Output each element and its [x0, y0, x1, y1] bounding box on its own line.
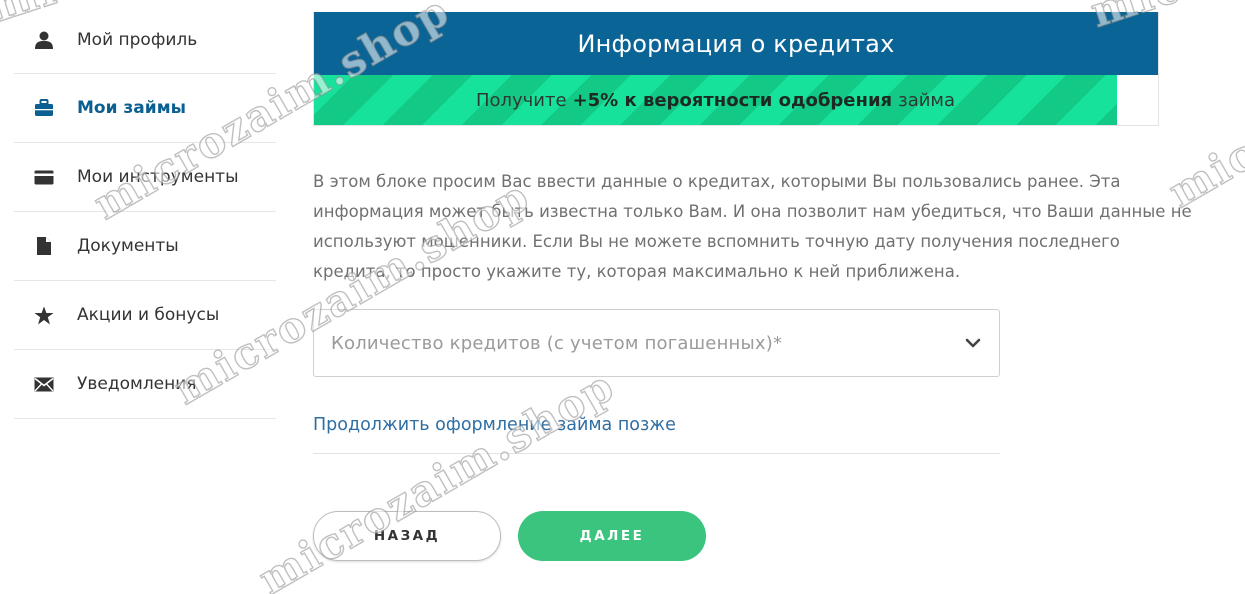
promo-text-after: займа: [898, 89, 956, 111]
card-icon: [12, 170, 76, 185]
user-icon: [12, 30, 76, 50]
credit-info-panel: Информация о кредитах Получите +5% к вер…: [313, 12, 1159, 126]
star-icon: [12, 306, 76, 325]
envelope-icon: [12, 377, 76, 392]
main-content: Информация о кредитах Получите +5% к вер…: [313, 12, 1200, 561]
divider: [313, 453, 1000, 454]
sidebar-item-label: Мой профиль: [77, 29, 198, 50]
button-row: НАЗАД ДАЛЕЕ: [313, 511, 1200, 561]
sidebar-item-label: Акции и бонусы: [77, 305, 220, 325]
sidebar-item-label: Уведомления: [77, 374, 197, 394]
promo-banner: Получите +5% к вероятности одобрения зай…: [314, 75, 1117, 125]
sidebar-item-notifications[interactable]: Уведомления: [14, 350, 276, 419]
sidebar-item-label: Документы: [77, 236, 179, 256]
sidebar-item-profile[interactable]: Мой профиль: [14, 6, 276, 74]
sidebar-item-label: Мои инструменты: [77, 167, 239, 187]
back-button[interactable]: НАЗАД: [313, 511, 501, 561]
promo-text-highlight: +5% к вероятности одобрения: [572, 89, 893, 111]
credits-count-select[interactable]: Количество кредитов (с учетом погашенных…: [313, 309, 1000, 377]
description-text: В этом блоке просим Вас ввести данные о …: [313, 172, 1192, 281]
sidebar-item-loans[interactable]: Мои займы: [14, 74, 276, 143]
next-button[interactable]: ДАЛЕЕ: [518, 511, 706, 561]
document-icon: [12, 236, 76, 256]
chevron-down-icon[interactable]: [965, 338, 981, 348]
panel-title: Информация о кредитах: [314, 12, 1158, 75]
select-placeholder: Количество кредитов (с учетом погашенных…: [331, 332, 783, 354]
continue-later-link[interactable]: Продолжить оформление займа позже: [313, 415, 676, 435]
sidebar: Мой профиль Мои займы Мои инструменты До…: [14, 6, 276, 419]
promo-text-before: Получите: [475, 89, 567, 111]
sidebar-item-documents[interactable]: Документы: [14, 212, 276, 281]
sidebar-item-promotions[interactable]: Акции и бонусы: [14, 281, 276, 350]
sidebar-item-label: Мои займы: [77, 98, 186, 118]
sidebar-item-tools[interactable]: Мои инструменты: [14, 143, 276, 212]
briefcase-icon: [12, 99, 76, 117]
